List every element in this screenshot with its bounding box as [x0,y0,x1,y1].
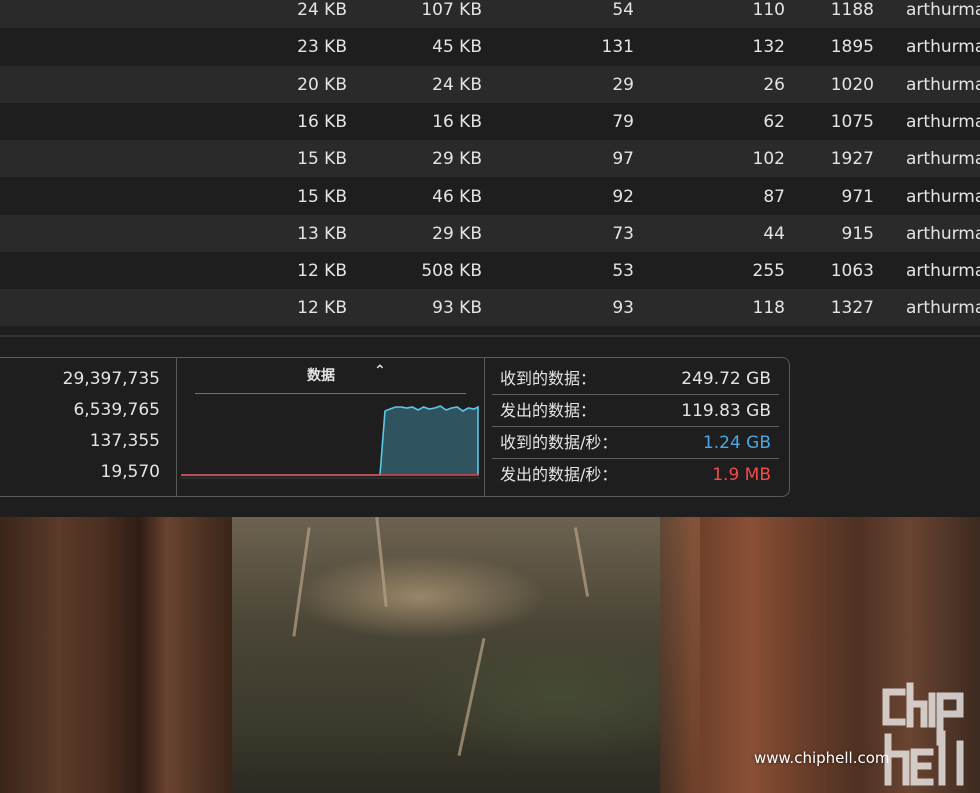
desktop-wallpaper: www.chiphell.com [0,517,980,793]
data-sent-per-sec-row: 发出的数据/秒： 1.9 MB [492,460,779,490]
divider [484,357,485,496]
packets-out-value: 6,539,765 [73,400,160,420]
table-cell-c6: arthurma [906,298,980,319]
table-row[interactable]: 15 KB 46 KB 92 87 971 arthurma [0,177,980,215]
tree-branch [573,527,590,597]
data-sent-row: 发出的数据： 119.83 GB [492,396,779,427]
network-graph [180,405,480,479]
network-stats-panel: 29,397,735 6,539,765 137,355 19,570 数据 ⌃… [0,337,980,517]
divider [176,357,177,496]
data-sent-label: 发出的数据： [500,401,597,420]
data-received-per-sec-row: 收到的数据/秒： 1.24 GB [492,428,779,459]
table-cell-c4: 118 [752,298,785,319]
process-table: 24 KB 107 KB 54 110 1188 arthurma 23 KB 45 KB 13… [0,0,980,330]
table-row[interactable]: 24 KB 107 KB 54 110 1188 arthurma [0,0,980,28]
tree-branch [457,637,486,757]
up-down-chevron-icon: ⌃ [374,363,386,379]
light-glow [660,517,700,793]
received-area [181,406,478,475]
data-sent-per-sec-label: 发出的数据/秒： [500,465,618,484]
graph-mode-label: 数据 [307,368,335,384]
graph-mode-select[interactable]: 数据 ⌃ [182,363,480,385]
data-received-label: 收到的数据： [500,369,597,388]
packets-in-per-sec-value: 137,355 [89,431,160,451]
data-sent-per-sec-value: 1.9 MB [712,465,771,485]
watermark-text: www.chiphell.com [754,749,890,767]
tree-branch [375,517,388,607]
table-row[interactable]: 16 KB 16 KB 79 62 1075 arthurma [0,102,980,140]
packets-out-per-sec-value: 19,570 [100,462,160,482]
table-row[interactable]: 20 KB 24 KB 29 26 1020 arthurma [0,65,980,103]
chiphell-logo-icon [882,682,964,786]
table-cell-c3: 93 [612,298,634,319]
network-graph-panel: 数据 ⌃ [180,363,480,479]
tree-trunk-left [0,517,232,793]
table-row[interactable]: 15 KB 29 KB 97 102 1927 arthurma [0,140,980,178]
table-cell-c1: 12 KB [297,298,347,319]
packets-in-value: 29,397,735 [62,369,160,389]
table-row[interactable]: 13 KB 29 KB 73 44 915 arthurma [0,214,980,252]
data-received-per-sec-value: 1.24 GB [702,433,771,453]
packet-stats: 29,397,735 6,539,765 137,355 19,570 [0,364,176,488]
table-row[interactable]: 23 KB 45 KB 131 132 1895 arthurma [0,28,980,66]
data-received-value: 249.72 GB [681,369,771,389]
table-cell-c5: 1327 [830,298,874,319]
data-received-row: 收到的数据： 249.72 GB [492,364,779,395]
table-cell-c2: 93 KB [432,298,482,319]
table-row[interactable]: 12 KB 93 KB 93 118 1327 arthurma [0,289,980,327]
graph-rule [195,393,466,394]
table-row[interactable]: 12 KB 508 KB 53 255 1063 arthurma [0,252,980,290]
data-stats: 收到的数据： 249.72 GB 发出的数据： 119.83 GB 收到的数据/… [492,364,779,491]
tree-branch [292,527,311,637]
data-sent-value: 119.83 GB [681,401,771,421]
data-received-per-sec-label: 收到的数据/秒： [500,433,618,452]
